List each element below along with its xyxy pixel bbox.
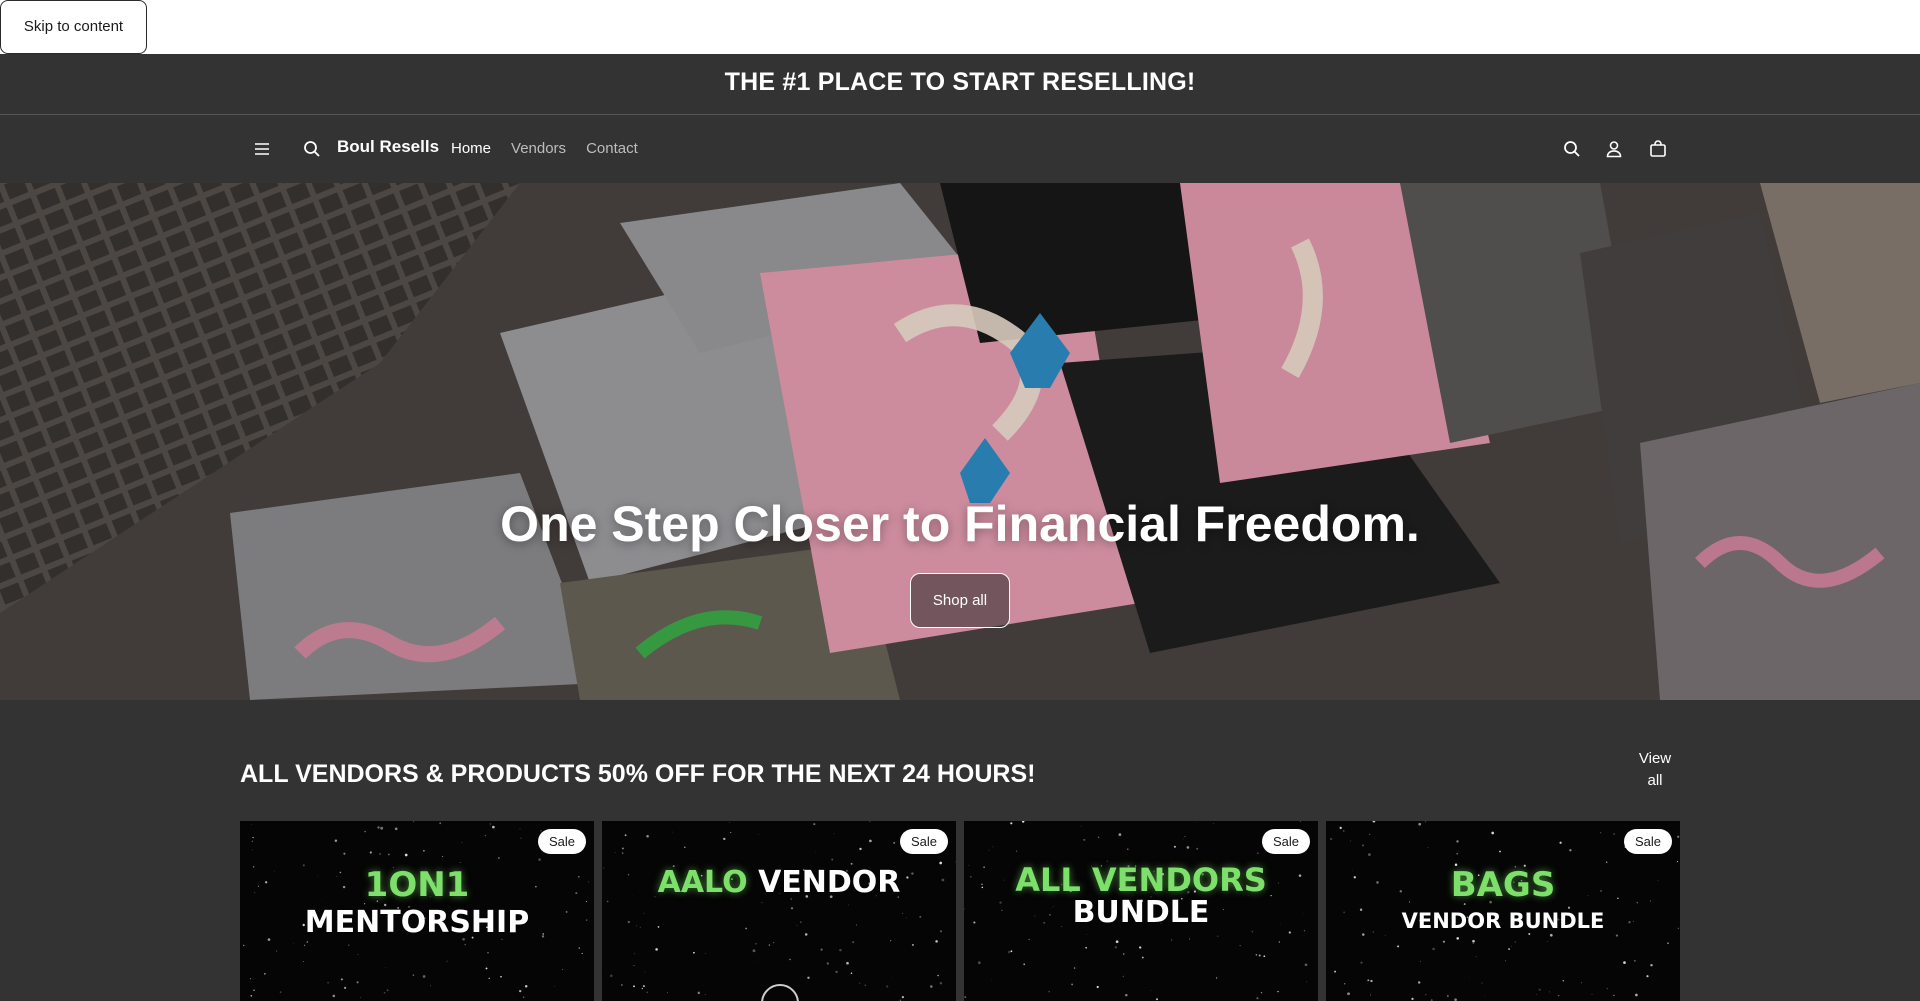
- view-all-line-2: all: [1647, 772, 1662, 789]
- view-all-line-1: View: [1639, 750, 1671, 767]
- product-grid: Sale 1ON1 MENTORSHIP Sale AALO VENDOR Sa…: [240, 821, 1680, 1001]
- skip-bar: Skip to content: [0, 0, 1920, 54]
- hero-title: One Step Closer to Financial Freedom.: [0, 495, 1920, 553]
- sale-badge: Sale: [1262, 829, 1310, 854]
- product-title-line-2: BUNDLE: [964, 895, 1318, 930]
- menu-icon[interactable]: [248, 135, 276, 163]
- account-icon[interactable]: [1600, 135, 1628, 163]
- product-title-rest: VENDOR: [758, 865, 900, 900]
- product-title-accent: AALO: [658, 865, 748, 900]
- product-graphic: [750, 981, 810, 1001]
- product-title-line-2: VENDOR BUNDLE: [1326, 909, 1680, 933]
- sale-badge: Sale: [900, 829, 948, 854]
- brand-name[interactable]: Boul Resells: [337, 137, 439, 157]
- view-all-link[interactable]: View all: [1630, 748, 1680, 792]
- product-card[interactable]: Sale 1ON1 MENTORSHIP: [240, 821, 594, 1001]
- announcement-text: THE #1 PLACE TO START RESELLING!: [725, 68, 1196, 97]
- collection-title: ALL VENDORS & PRODUCTS 50% OFF FOR THE N…: [240, 760, 1035, 789]
- hero-banner: One Step Closer to Financial Freedom. Sh…: [0, 183, 1920, 700]
- main-nav: Home Vendors Contact: [451, 140, 638, 157]
- sale-badge: Sale: [1624, 829, 1672, 854]
- nav-home[interactable]: Home: [451, 140, 491, 157]
- site-header: Boul Resells Home Vendors Contact: [0, 115, 1920, 183]
- shop-all-button[interactable]: Shop all: [910, 573, 1010, 628]
- nav-vendors[interactable]: Vendors: [511, 140, 566, 157]
- sale-badge: Sale: [538, 829, 586, 854]
- search-icon[interactable]: [1558, 135, 1586, 163]
- product-title-line-2: MENTORSHIP: [240, 905, 594, 940]
- announcement-bar: THE #1 PLACE TO START RESELLING!: [0, 54, 1920, 115]
- search-icon[interactable]: [298, 135, 326, 163]
- product-title: AALO VENDOR: [602, 865, 956, 900]
- product-card[interactable]: Sale AALO VENDOR: [602, 821, 956, 1001]
- product-title-line-1: ALL VENDORS: [964, 861, 1318, 899]
- product-title-line-1: BAGS: [1326, 865, 1680, 905]
- nav-contact[interactable]: Contact: [586, 140, 638, 157]
- product-card[interactable]: Sale BAGS VENDOR BUNDLE: [1326, 821, 1680, 1001]
- cart-icon[interactable]: [1644, 135, 1672, 163]
- skip-to-content-link[interactable]: Skip to content: [0, 0, 147, 54]
- product-title-line-1: 1ON1: [240, 865, 594, 905]
- product-card[interactable]: Sale ALL VENDORS BUNDLE: [964, 821, 1318, 1001]
